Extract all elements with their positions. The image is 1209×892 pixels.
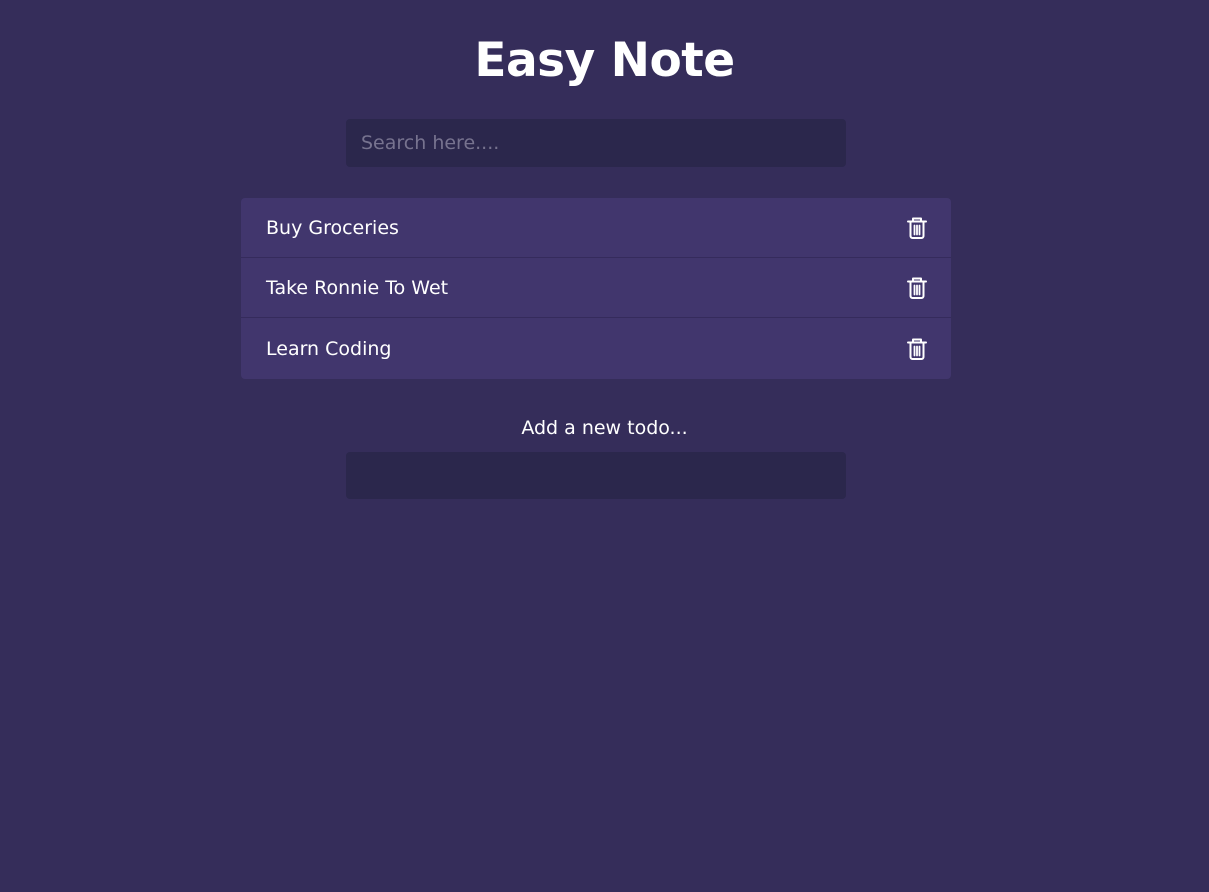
- trash-icon[interactable]: [907, 277, 927, 299]
- todo-item-label: Learn Coding: [266, 337, 392, 360]
- add-todo-label: Add a new todo...: [521, 417, 688, 439]
- add-todo-input[interactable]: [346, 452, 846, 499]
- app-root: Easy Note Buy Groceries Take Ronnie To W…: [0, 0, 1209, 892]
- todo-item: Learn Coding: [241, 318, 951, 379]
- search-input[interactable]: [346, 119, 846, 167]
- trash-icon[interactable]: [907, 217, 927, 239]
- todo-item: Take Ronnie To Wet: [241, 258, 951, 318]
- todo-item-label: Buy Groceries: [266, 216, 399, 239]
- todo-list: Buy Groceries Take Ronnie To Wet Learn C…: [241, 198, 951, 379]
- trash-icon[interactable]: [907, 338, 927, 360]
- todo-item-label: Take Ronnie To Wet: [266, 276, 449, 299]
- todo-item: Buy Groceries: [241, 198, 951, 258]
- page-title: Easy Note: [474, 33, 735, 88]
